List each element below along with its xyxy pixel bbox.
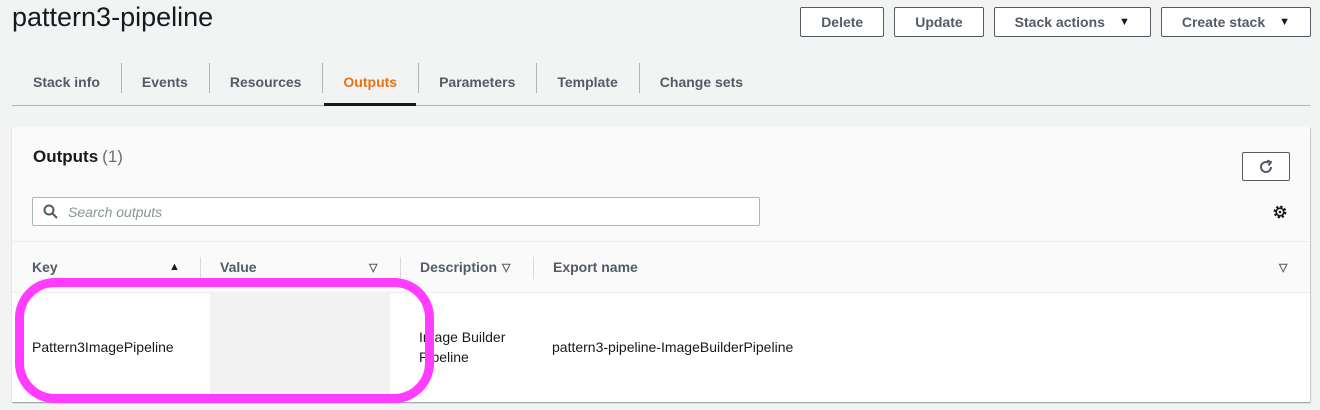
sort-ascending-icon: ▲ xyxy=(169,261,180,273)
output-description: Image Builder Pipeline xyxy=(399,292,532,402)
tab-resources[interactable]: Resources xyxy=(208,58,323,105)
outputs-title: Outputs (1) xyxy=(33,147,123,167)
column-description-label: Description xyxy=(420,259,498,275)
tab-change-sets[interactable]: Change sets xyxy=(638,58,764,105)
sort-neutral-icon: ▽ xyxy=(502,261,511,274)
caret-down-icon: ▼ xyxy=(1279,16,1290,28)
table-row: Pattern3ImagePipeline Image Builder Pipe… xyxy=(12,292,1310,402)
update-button-label: Update xyxy=(915,14,963,30)
search-outputs-field[interactable] xyxy=(32,197,760,226)
refresh-icon xyxy=(1260,159,1273,173)
outputs-header: Outputs (1) xyxy=(12,127,1310,241)
outputs-panel: Outputs(1) Key ▲ Value ▽ xyxy=(12,127,1310,402)
output-key: Pattern3ImagePipeline xyxy=(32,339,174,355)
output-export-name: pattern3-pipeline-ImageBuilderPipeline xyxy=(552,339,794,355)
description-line: Image Builder xyxy=(419,329,506,345)
caret-down-icon: ▼ xyxy=(1118,16,1130,28)
sort-neutral-icon: ▽ xyxy=(1279,261,1288,274)
column-header-value[interactable]: Value ▽ xyxy=(200,242,400,292)
output-value-redacted xyxy=(210,292,390,402)
sort-neutral-icon: ▽ xyxy=(369,261,378,274)
column-header-key[interactable]: Key ▲ xyxy=(12,242,200,292)
tab-stack-info[interactable]: Stack info xyxy=(12,58,121,105)
search-outputs-input[interactable] xyxy=(66,202,720,221)
refresh-button[interactable] xyxy=(1242,152,1290,181)
outputs-table-header: Key ▲ Value ▽ Description ▽ Export name … xyxy=(12,241,1310,293)
description-line: Pipeline xyxy=(419,349,469,365)
update-button[interactable]: Update xyxy=(894,7,984,37)
outputs-title-text: Outputs xyxy=(33,147,99,166)
column-export-name-label: Export name xyxy=(553,259,638,275)
create-stack-label: Create stack xyxy=(1181,14,1266,30)
tab-parameters[interactable]: Parameters xyxy=(418,58,536,105)
tab-outputs[interactable]: Outputs xyxy=(322,58,418,106)
delete-button[interactable]: Delete xyxy=(800,7,885,37)
tab-events[interactable]: Events xyxy=(120,58,209,105)
stack-actions-label: Stack actions xyxy=(1014,14,1105,30)
settings-icon[interactable] xyxy=(1272,204,1288,220)
outputs-count: (1) xyxy=(102,147,123,166)
create-stack-button[interactable]: Create stack ▼ xyxy=(1160,7,1311,37)
delete-button-label: Delete xyxy=(821,14,864,30)
header-actions: Delete Update Stack actions ▼ Create sta… xyxy=(800,7,1311,37)
stack-tabs: Stack info Events Resources Outputs Para… xyxy=(12,58,1310,106)
column-header-description[interactable]: Description ▽ xyxy=(400,242,533,292)
tab-template[interactable]: Template xyxy=(536,58,638,105)
search-icon xyxy=(43,204,58,219)
stack-actions-button[interactable]: Stack actions ▼ xyxy=(993,7,1151,37)
column-value-label: Value xyxy=(220,259,257,275)
column-key-label: Key xyxy=(32,259,58,275)
page-title: pattern3-pipeline xyxy=(12,2,214,32)
column-header-export-name[interactable]: Export name ▽ xyxy=(533,242,1310,292)
